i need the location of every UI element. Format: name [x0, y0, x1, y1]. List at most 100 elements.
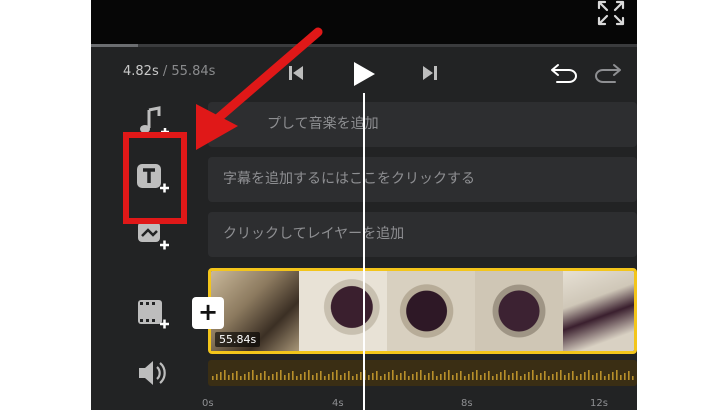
waveform-bar — [560, 370, 562, 380]
volume-icon[interactable] — [135, 358, 171, 394]
clip-thumbnail — [475, 271, 563, 351]
waveform-bar — [440, 374, 442, 380]
waveform-bar — [620, 375, 622, 380]
waveform-bar — [332, 372, 334, 380]
waveform-bar — [308, 370, 310, 380]
clip-duration-label: 55.84s — [215, 332, 261, 347]
waveform-bar — [488, 371, 490, 380]
time-separator: / — [162, 64, 168, 79]
waveform-bar — [352, 376, 354, 380]
waveform-bar — [248, 372, 250, 380]
waveform-bar — [604, 376, 606, 380]
waveform-bar — [536, 375, 538, 380]
waveform-bar — [592, 375, 594, 380]
waveform-bar — [508, 375, 510, 380]
waveform-bar — [548, 376, 550, 380]
waveform-bar — [300, 374, 302, 380]
waveform-bar — [468, 374, 470, 380]
waveform-bar — [492, 376, 494, 380]
waveform-bar — [284, 375, 286, 380]
waveform-bar — [420, 370, 422, 380]
add-clip-button[interactable]: + — [192, 297, 224, 329]
playback-progress[interactable] — [91, 44, 637, 47]
waveform-bar — [484, 373, 486, 380]
waveform-bar — [568, 373, 570, 380]
waveform-bar — [340, 375, 342, 380]
waveform-bar — [244, 374, 246, 380]
waveform-bar — [272, 374, 274, 380]
audio-waveform[interactable] — [208, 360, 637, 386]
waveform-bar — [232, 373, 234, 380]
waveform-bar — [356, 374, 358, 380]
progress-fill — [91, 44, 138, 47]
ruler-tick-label: 4s — [332, 398, 344, 409]
video-clip[interactable]: 55.84s — [208, 268, 637, 354]
waveform-bar — [324, 376, 326, 380]
waveform-bar — [396, 375, 398, 380]
ruler-tick-label: 12s — [590, 398, 608, 409]
video-preview[interactable] — [91, 0, 637, 44]
waveform-bar — [260, 373, 262, 380]
clip-thumbnail — [563, 271, 634, 351]
waveform-bar — [532, 370, 534, 380]
waveform-bar — [348, 371, 350, 380]
waveform-bar — [296, 376, 298, 380]
waveform-bar — [316, 373, 318, 380]
waveform-bar — [444, 372, 446, 380]
waveform-bar — [584, 372, 586, 380]
waveform-bar — [280, 370, 282, 380]
waveform-bar — [376, 371, 378, 380]
waveform-bar — [528, 372, 530, 380]
play-icon[interactable] — [351, 60, 377, 88]
waveform-bar — [368, 375, 370, 380]
waveform-bar — [504, 370, 506, 380]
playhead[interactable] — [363, 93, 365, 410]
waveform-bar — [224, 370, 226, 380]
waveform-bar — [464, 376, 466, 380]
ruler-tick-label: 0s — [202, 398, 214, 409]
add-layer-label: クリックしてレイヤーを追加 — [223, 226, 405, 242]
waveform-bar — [328, 374, 330, 380]
skip-previous-icon[interactable] — [287, 64, 305, 82]
ruler-tick-label: 8s — [461, 398, 473, 409]
waveform-bar — [392, 370, 394, 380]
waveform-bar — [436, 376, 438, 380]
fullscreen-icon[interactable] — [597, 0, 625, 26]
waveform-bar — [288, 373, 290, 380]
add-video-icon[interactable] — [135, 296, 171, 332]
waveform-bar — [524, 374, 526, 380]
waveform-bar — [552, 374, 554, 380]
redo-icon[interactable] — [593, 61, 623, 85]
waveform-bar — [372, 373, 374, 380]
waveform-bar — [400, 373, 402, 380]
waveform-bar — [480, 375, 482, 380]
clip-thumbnail — [387, 271, 475, 351]
waveform-bar — [404, 371, 406, 380]
skip-next-icon[interactable] — [421, 64, 439, 82]
waveform-bar — [336, 370, 338, 380]
waveform-bar — [564, 375, 566, 380]
waveform-bar — [384, 374, 386, 380]
waveform-bar — [312, 375, 314, 380]
waveform-bar — [212, 376, 214, 380]
add-layer-track[interactable]: クリックしてレイヤーを追加 — [208, 212, 637, 257]
waveform-bar — [388, 372, 390, 380]
waveform-bar — [228, 375, 230, 380]
waveform-bar — [416, 372, 418, 380]
waveform-bar — [512, 373, 514, 380]
waveform-bar — [408, 376, 410, 380]
add-caption-track[interactable]: 字幕を追加するにはここをクリックする — [208, 157, 637, 202]
waveform-bar — [624, 373, 626, 380]
waveform-bar — [632, 376, 634, 380]
time-readout: 4.82s / 55.84s — [123, 64, 215, 79]
waveform-bar — [472, 372, 474, 380]
waveform-bar — [240, 376, 242, 380]
waveform-bar — [540, 373, 542, 380]
waveform-bar — [516, 371, 518, 380]
waveform-bar — [304, 372, 306, 380]
undo-icon[interactable] — [549, 61, 579, 85]
waveform-bar — [412, 374, 414, 380]
current-time: 4.82s — [123, 64, 159, 79]
waveform-bar — [588, 370, 590, 380]
add-music-track[interactable]: プして音楽を追加 — [208, 102, 637, 147]
